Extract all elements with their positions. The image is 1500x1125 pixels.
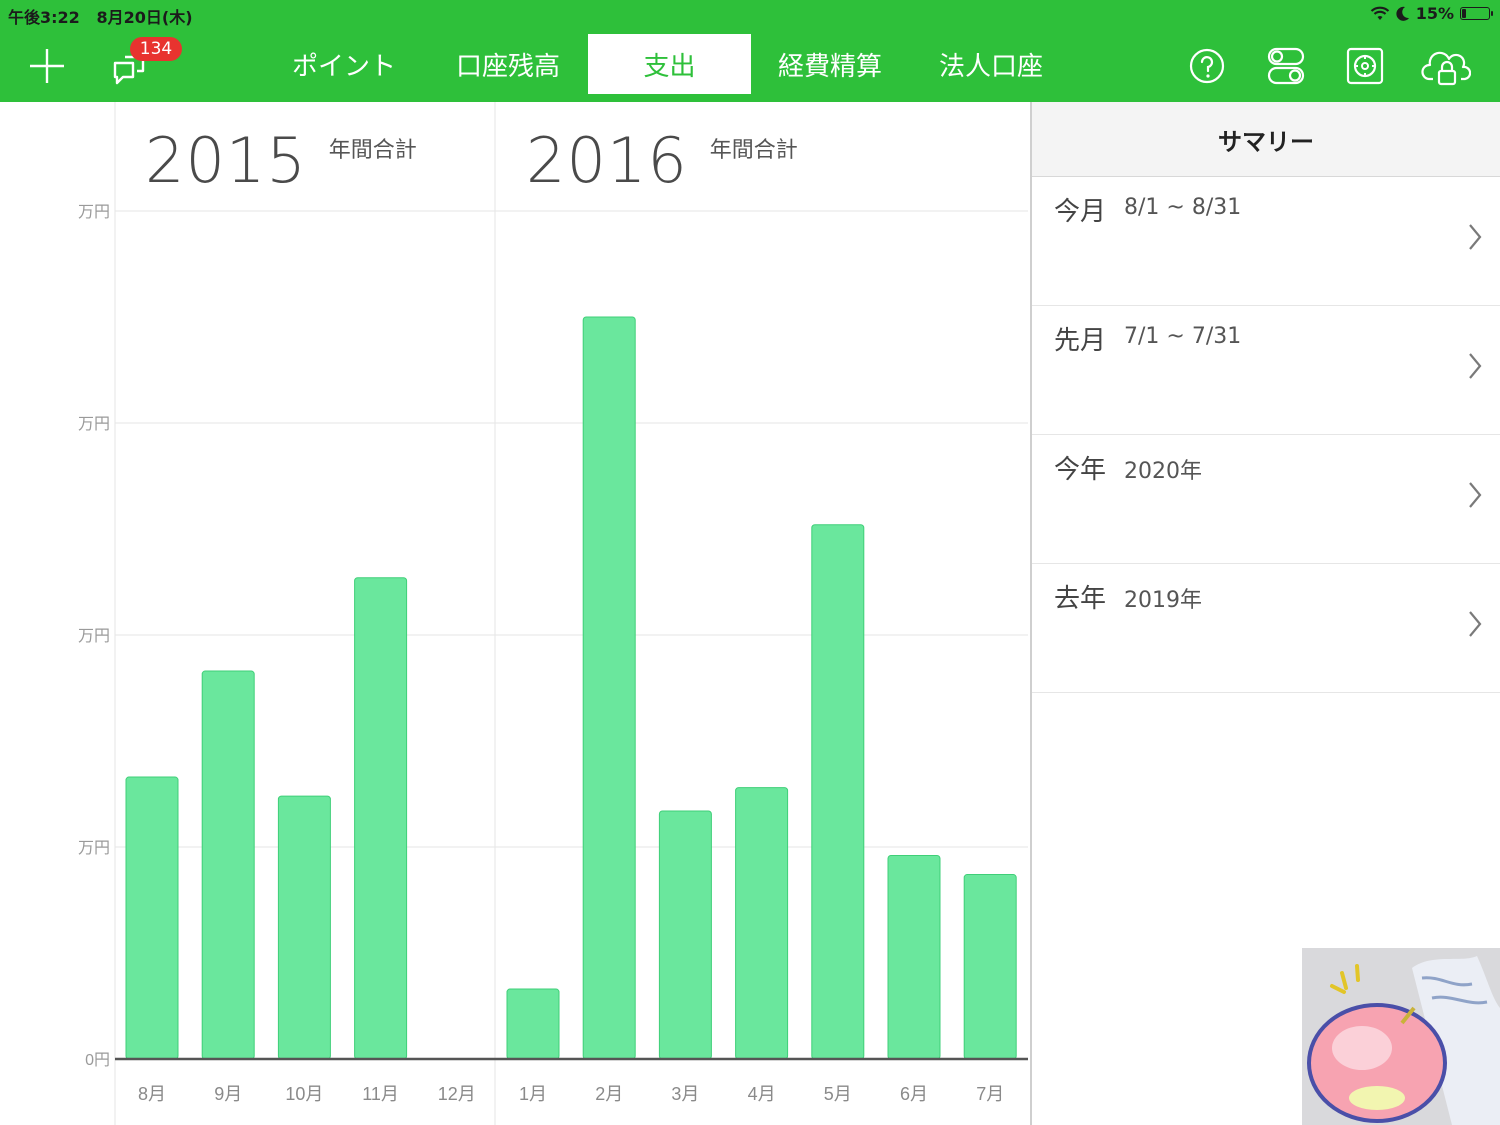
y-tick-label: 万円 xyxy=(78,204,110,221)
row-title: 先月 xyxy=(1054,326,1107,356)
bar-6月[interactable] xyxy=(887,854,941,1060)
settings-toggle-icon xyxy=(1267,47,1305,85)
top-bar: 午後3:22 8月20日(木) 15% 134 ポイント 口座残高 支出 経費精… xyxy=(0,0,1500,102)
summary-row-last-year[interactable]: 去年 2019年 xyxy=(1032,564,1500,693)
x-tick-label: 4月 xyxy=(748,1084,776,1104)
tab-points[interactable]: ポイント xyxy=(264,34,424,94)
summary-row-last-month[interactable]: 先月 7/1 ~ 7/31 xyxy=(1032,306,1500,435)
cloud-lock-button[interactable] xyxy=(1420,40,1472,92)
wifi-icon xyxy=(1370,6,1389,20)
add-button[interactable] xyxy=(21,40,73,92)
tab-expenses[interactable]: 支出 xyxy=(588,34,751,94)
help-button[interactable] xyxy=(1181,40,1233,92)
x-tick-label: 7月 xyxy=(976,1084,1004,1104)
x-tick-label: 5月 xyxy=(824,1084,852,1104)
expense-chart: 0円 万円 万円 万円 万円 8月 9月 10月 11月 12月 1月 2月 3月 4月 5月 6月 7月 20… xyxy=(0,102,1030,1125)
x-tick-label: 10月 xyxy=(285,1084,323,1104)
bar-1月[interactable] xyxy=(506,988,560,1060)
x-tick-label: 6月 xyxy=(900,1084,928,1104)
bar-3月[interactable] xyxy=(658,810,712,1060)
bar-10月[interactable] xyxy=(277,795,331,1060)
tab-expense-claims[interactable]: 経費精算 xyxy=(750,34,910,94)
battery-percent: 15% xyxy=(1415,4,1454,23)
bar-chart: 0円万円万円万円万円8月 9月 10月 11月 12月 1月 2月 3月 4月 5月 6月 7月 xyxy=(78,102,1028,1125)
settings-toggle-button[interactable] xyxy=(1260,40,1312,92)
bar-11月[interactable] xyxy=(354,577,408,1060)
year-header-2015: 2015 年間合計 xyxy=(145,126,417,196)
cloud-lock-icon xyxy=(1421,51,1471,86)
battery-icon xyxy=(1460,7,1493,20)
help-icon xyxy=(1189,48,1225,84)
x-tick-label: 1月 xyxy=(519,1084,547,1104)
summary-title: サマリー xyxy=(1032,102,1500,177)
status-time-date: 午後3:22 8月20日(木) xyxy=(8,4,193,28)
row-title: 今年 xyxy=(1054,455,1107,485)
year-number: 2015 xyxy=(145,124,307,197)
tab-account-balance[interactable]: 口座残高 xyxy=(428,34,588,94)
chevron-right-icon xyxy=(1469,353,1482,379)
bar-8月[interactable] xyxy=(125,776,179,1060)
x-tick-label: 9月 xyxy=(214,1084,242,1104)
x-tick-label: 8月 xyxy=(138,1084,166,1104)
apple-illustration xyxy=(1307,956,1500,1125)
row-range: 8/1 ~ 8/31 xyxy=(1124,195,1242,220)
year-header-2016: 2016 年間合計 xyxy=(526,126,798,196)
status-bar: 午後3:22 8月20日(木) 15% xyxy=(0,0,1500,28)
status-time: 午後3:22 xyxy=(8,8,80,27)
tab-corporate-account[interactable]: 法人口座 xyxy=(911,34,1071,94)
row-range: 7/1 ~ 7/31 xyxy=(1124,324,1242,349)
notification-badge: 134 xyxy=(130,37,182,61)
x-tick-label: 12月 xyxy=(438,1084,476,1104)
summary-row-this-year[interactable]: 今年 2020年 xyxy=(1032,435,1500,564)
row-title: 今月 xyxy=(1054,197,1107,227)
y-tick-label: 万円 xyxy=(78,628,110,645)
x-tick-label: 3月 xyxy=(671,1084,699,1104)
bar-2月[interactable] xyxy=(582,316,636,1060)
y-tick-label: 0円 xyxy=(85,1052,110,1069)
status-date: 8月20日(木) xyxy=(96,8,193,27)
chevron-right-icon xyxy=(1469,611,1482,637)
status-indicators: 15% xyxy=(1370,4,1493,23)
x-tick-label: 11月 xyxy=(362,1084,399,1104)
battery-level xyxy=(1462,9,1466,18)
bar-5月[interactable] xyxy=(811,524,865,1060)
x-tick-label: 2月 xyxy=(595,1084,623,1104)
summary-row-this-month[interactable]: 今月 8/1 ~ 8/31 xyxy=(1032,177,1500,306)
row-range: 2020年 xyxy=(1124,459,1202,484)
chevron-right-icon xyxy=(1469,482,1482,508)
row-range: 2019年 xyxy=(1124,588,1202,613)
chevron-right-icon xyxy=(1469,224,1482,250)
bar-7月[interactable] xyxy=(963,874,1017,1060)
bar-9月[interactable] xyxy=(201,670,255,1060)
y-tick-label: 万円 xyxy=(78,840,110,857)
bar-4月[interactable] xyxy=(735,787,789,1060)
y-tick-label: 万円 xyxy=(78,416,110,433)
vault-button[interactable] xyxy=(1339,40,1391,92)
year-total-label: 年間合計 xyxy=(709,138,798,163)
vault-icon xyxy=(1346,47,1384,85)
apple-sticker-image xyxy=(1302,948,1500,1125)
row-title: 去年 xyxy=(1054,584,1107,614)
year-total-label: 年間合計 xyxy=(328,138,417,163)
plus-icon xyxy=(30,49,64,83)
moon-icon xyxy=(1396,6,1409,21)
year-number: 2016 xyxy=(526,124,688,197)
